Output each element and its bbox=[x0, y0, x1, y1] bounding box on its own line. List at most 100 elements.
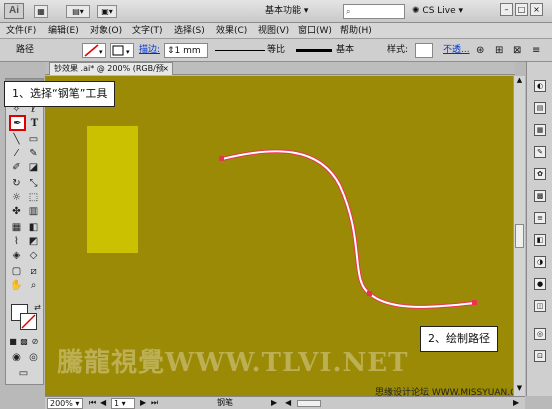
bridge-icon[interactable]: ▦ bbox=[34, 5, 48, 18]
search-input[interactable]: ⌕ bbox=[343, 4, 405, 19]
anchor-point-end[interactable] bbox=[472, 300, 477, 305]
transparency-panel-icon[interactable]: ◑ bbox=[534, 256, 546, 268]
menu-file[interactable]: 文件(F) bbox=[6, 25, 36, 37]
none-mode-icon[interactable]: ⊘ bbox=[30, 335, 40, 348]
swap-colors-icon[interactable]: ⇄ bbox=[30, 301, 45, 314]
maximize-button[interactable]: □ bbox=[515, 3, 528, 16]
stroke-panel-icon[interactable]: ≡ bbox=[534, 212, 546, 224]
links-panel-icon[interactable]: ⊡ bbox=[534, 350, 546, 362]
panel-menu-icon[interactable]: ≡ bbox=[532, 43, 540, 58]
arrange-documents-icon[interactable]: ▤▾ bbox=[66, 5, 90, 18]
mesh-icon[interactable]: ▦ bbox=[9, 221, 24, 234]
rotate-icon[interactable]: ↻ bbox=[9, 177, 24, 190]
menu-help[interactable]: 帮助(H) bbox=[340, 25, 372, 37]
appearance-panel-icon[interactable]: ● bbox=[534, 278, 546, 290]
pencil-icon[interactable]: ✎ bbox=[26, 147, 41, 160]
line-icon[interactable]: ╲ bbox=[9, 133, 24, 146]
symbols-panel-icon[interactable]: ✿ bbox=[534, 168, 546, 180]
vertical-scroll-thumb[interactable] bbox=[515, 224, 524, 248]
menu-view[interactable]: 视图(V) bbox=[258, 25, 289, 37]
stroke-color-swatch[interactable] bbox=[20, 313, 37, 330]
draw-normal-icon[interactable]: ◉ bbox=[9, 351, 24, 364]
workspace-switcher[interactable]: 基本功能 ▾ bbox=[265, 4, 323, 19]
cs-live-button[interactable]: ✺ CS Live ▾ bbox=[412, 4, 463, 19]
brush-definition[interactable]: 基本 bbox=[294, 43, 366, 58]
menu-type[interactable]: 文字(T) bbox=[132, 25, 163, 37]
stroke-weight-field[interactable]: ⇕1 mm ▾ bbox=[164, 43, 208, 71]
prev-page-icon[interactable]: ◀ bbox=[100, 398, 106, 409]
last-page-icon[interactable]: ⏭ bbox=[151, 398, 158, 409]
minimize-button[interactable]: – bbox=[500, 3, 513, 16]
hand-icon[interactable]: ✋ bbox=[9, 279, 24, 292]
transform-icon[interactable]: ⊠ bbox=[513, 43, 521, 58]
fill-color-dropdown[interactable]: ▾ bbox=[82, 43, 106, 58]
live-paint-select-icon[interactable]: ◇ bbox=[26, 249, 41, 262]
brushes-panel-icon[interactable]: ✎ bbox=[534, 146, 546, 158]
gradient-panel-icon[interactable]: ◧ bbox=[534, 234, 546, 246]
color-mode-icon[interactable]: ■ bbox=[8, 335, 18, 348]
eraser-icon[interactable]: ◪ bbox=[26, 161, 41, 174]
graphic-style-dropdown[interactable] bbox=[415, 43, 433, 58]
path-outline bbox=[220, 149, 477, 309]
horizontal-scroll-thumb[interactable] bbox=[297, 400, 321, 407]
menu-edit[interactable]: 编辑(E) bbox=[48, 25, 79, 37]
swatches-panel-icon[interactable]: ▦ bbox=[534, 124, 546, 136]
artboard-icon[interactable]: ▢ bbox=[9, 265, 24, 278]
eyedropper-icon[interactable]: ⌇ bbox=[9, 235, 24, 248]
menu-effect[interactable]: 效果(C) bbox=[216, 25, 247, 37]
gradient-icon[interactable]: ◧ bbox=[26, 221, 41, 234]
menu-window[interactable]: 窗口(W) bbox=[298, 25, 332, 37]
rectangle-icon[interactable]: ▭ bbox=[26, 133, 41, 146]
graph-icon[interactable]: ▥ bbox=[26, 205, 41, 218]
hscroll-right-icon[interactable]: ▶ bbox=[513, 398, 519, 409]
status-menu-icon[interactable]: ▶ bbox=[271, 398, 277, 409]
type-icon[interactable]: T bbox=[27, 117, 42, 130]
close-button[interactable]: × bbox=[530, 3, 543, 16]
pen-icon[interactable]: ✒ bbox=[9, 115, 26, 131]
scale-icon[interactable]: ⤡ bbox=[26, 177, 41, 190]
hscroll-left-icon[interactable]: ◀ bbox=[285, 398, 291, 409]
draw-behind-icon[interactable]: ◎ bbox=[26, 351, 41, 364]
blend-icon[interactable]: ◩ bbox=[26, 235, 41, 248]
first-page-icon[interactable]: ⏮ bbox=[89, 398, 96, 409]
close-tab-icon[interactable]: × bbox=[162, 63, 169, 75]
align-icon[interactable]: ⊞ bbox=[495, 43, 503, 58]
next-page-icon[interactable]: ▶ bbox=[140, 398, 146, 409]
artboards-panel-icon[interactable]: ◎ bbox=[534, 328, 546, 340]
menu-select[interactable]: 选择(S) bbox=[174, 25, 205, 37]
scroll-up-icon[interactable]: ▲ bbox=[515, 76, 524, 86]
live-paint-icon[interactable]: ◈ bbox=[9, 249, 24, 262]
color-panel-icon[interactable]: ◐ bbox=[534, 80, 546, 92]
free-transform-icon[interactable]: ⬚ bbox=[26, 191, 41, 204]
screen-mode-tool-icon[interactable]: ▭ bbox=[16, 367, 31, 380]
variable-width-profile[interactable]: 等比 bbox=[213, 43, 289, 58]
anchor-point-middle[interactable] bbox=[367, 291, 372, 296]
graphic-styles-icon[interactable]: ▩ bbox=[534, 190, 546, 202]
vertical-scrollbar[interactable]: ▲ ▼ bbox=[513, 76, 525, 396]
paintbrush-icon[interactable]: ⁄ bbox=[9, 147, 24, 160]
layers-panel-icon[interactable]: ◫ bbox=[534, 300, 546, 312]
anchor-point-start[interactable] bbox=[219, 156, 224, 161]
symbol-sprayer-icon[interactable]: ✤ bbox=[9, 205, 24, 218]
app-logo: Ai bbox=[4, 3, 24, 19]
page-number-field[interactable]: 1 ▾ bbox=[111, 398, 135, 409]
menu-object[interactable]: 对象(O) bbox=[90, 25, 122, 37]
zoom-icon[interactable]: ⌕ bbox=[26, 279, 41, 292]
svg-text:▾: ▾ bbox=[126, 48, 130, 56]
collapsed-panels-dock: ◐ ▤ ▦ ✎ ✿ ▩ ≡ ◧ ◑ ● ◫ ◎ ⊡ bbox=[526, 62, 552, 396]
screen-mode-icon[interactable]: ▣▾ bbox=[97, 5, 117, 18]
stroke-panel-link[interactable]: 描边: bbox=[139, 43, 160, 58]
title-bar: Ai ▦ ▤▾ ▣▾ 基本功能 ▾ ⌕ ✺ CS Live ▾ – □ × bbox=[0, 0, 552, 23]
opacity-link[interactable]: 不透... bbox=[443, 43, 470, 58]
zoom-dropdown[interactable]: 200% ▾ bbox=[47, 398, 83, 409]
scroll-down-icon[interactable]: ▼ bbox=[515, 384, 524, 394]
document-tab[interactable]: 钞效果 .ai* @ 200% (RGB/预览) × bbox=[49, 62, 173, 85]
gradient-mode-icon[interactable]: ▩ bbox=[19, 335, 29, 348]
color-guide-icon[interactable]: ▤ bbox=[534, 102, 546, 114]
fill-none-icon: ▾ bbox=[84, 44, 103, 57]
blob-brush-icon[interactable]: ✐ bbox=[9, 161, 24, 174]
slice-icon[interactable]: ⧄ bbox=[26, 265, 41, 278]
stroke-color-dropdown[interactable]: ▾ bbox=[110, 43, 134, 58]
recolor-icon[interactable]: ⊛ bbox=[476, 43, 484, 58]
warp-icon[interactable]: ☼ bbox=[9, 191, 24, 204]
